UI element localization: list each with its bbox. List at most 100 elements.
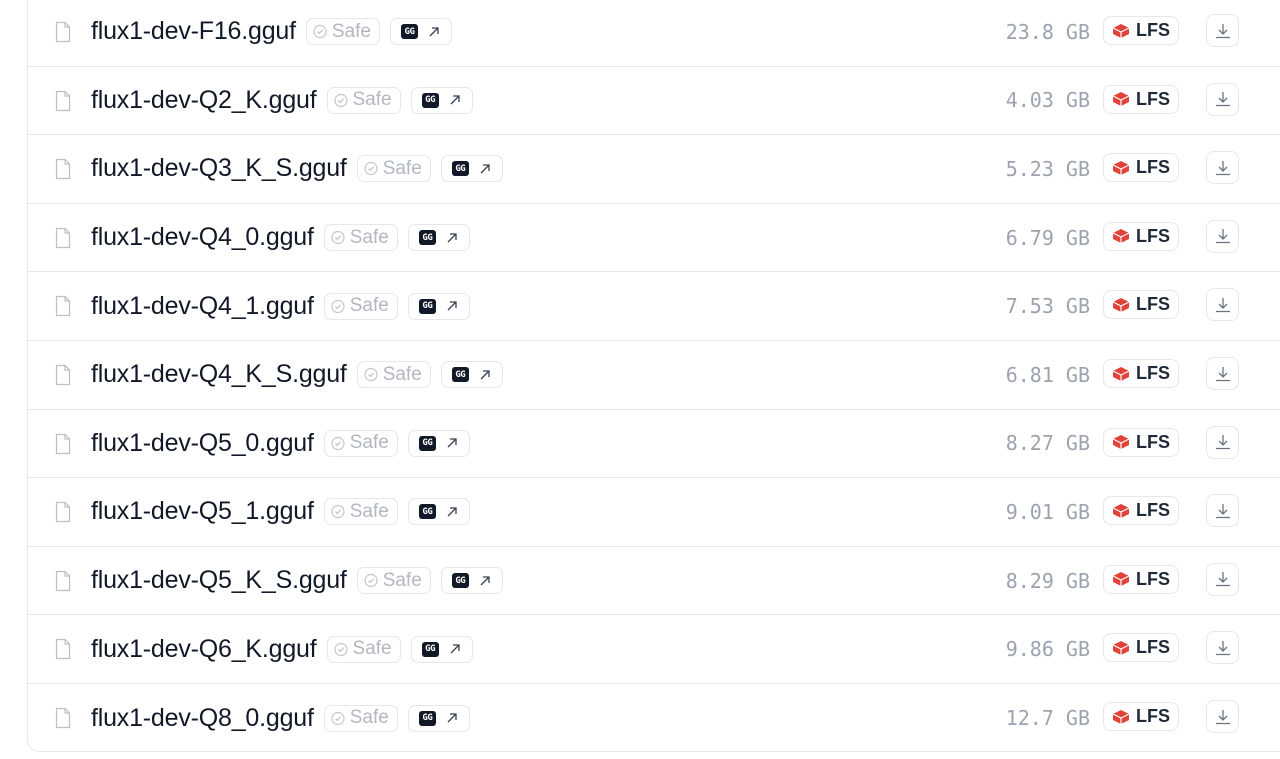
file-row: flux1-dev-Q5_1.gguf Safe GG 9.01 GB LFS bbox=[28, 478, 1280, 547]
gguf-logo-icon: GG bbox=[451, 161, 469, 177]
file-row: flux1-dev-Q8_0.gguf Safe GG 12.7 GB LFS bbox=[28, 684, 1280, 751]
gguf-logo-icon: GG bbox=[418, 435, 436, 451]
shield-check-icon bbox=[331, 505, 345, 519]
download-button[interactable] bbox=[1206, 631, 1239, 665]
download-button[interactable] bbox=[1206, 82, 1239, 116]
file-size: 6.81 GB bbox=[1005, 362, 1090, 387]
download-button[interactable] bbox=[1206, 288, 1239, 322]
lfs-icon bbox=[1112, 92, 1130, 107]
safe-badge[interactable]: Safe bbox=[326, 635, 401, 663]
lfs-badge[interactable]: LFS bbox=[1103, 564, 1179, 594]
file-name-link[interactable]: flux1-dev-Q4_0.gguf bbox=[91, 223, 314, 252]
file-name-link[interactable]: flux1-dev-Q5_K_S.gguf bbox=[91, 566, 347, 595]
file-name-link[interactable]: flux1-dev-F16.gguf bbox=[91, 17, 296, 46]
file-icon bbox=[55, 227, 71, 248]
shield-check-icon bbox=[333, 93, 348, 107]
download-button[interactable] bbox=[1206, 494, 1239, 528]
download-button[interactable] bbox=[1206, 14, 1239, 47]
safe-badge[interactable]: Safe bbox=[356, 155, 431, 183]
lfs-badge[interactable]: LFS bbox=[1103, 496, 1179, 526]
lfs-badge[interactable]: LFS bbox=[1103, 153, 1179, 183]
gguf-logo-icon: GG bbox=[421, 92, 439, 108]
arrow-up-right-icon bbox=[450, 644, 460, 654]
download-button[interactable] bbox=[1206, 562, 1239, 596]
lfs-badge[interactable]: LFS bbox=[1103, 290, 1179, 320]
file-icon bbox=[55, 90, 71, 111]
download-icon bbox=[1215, 297, 1230, 313]
gguf-viewer-button[interactable]: GG bbox=[440, 567, 503, 595]
gguf-viewer-button[interactable]: GG bbox=[407, 429, 470, 457]
lfs-badge[interactable]: LFS bbox=[1103, 702, 1179, 731]
file-name-link[interactable]: flux1-dev-Q2_K.gguf bbox=[91, 86, 317, 115]
arrow-up-right-icon bbox=[480, 575, 490, 586]
lfs-badge[interactable]: LFS bbox=[1103, 16, 1179, 45]
gguf-viewer-button[interactable]: GG bbox=[440, 361, 503, 389]
file-name-link[interactable]: flux1-dev-Q4_1.gguf bbox=[91, 292, 314, 321]
arrow-up-right-icon bbox=[447, 507, 457, 517]
safe-badge[interactable]: Safe bbox=[323, 704, 398, 732]
file-name-link[interactable]: flux1-dev-Q5_0.gguf bbox=[91, 429, 314, 458]
file-size: 4.03 GB bbox=[1005, 88, 1090, 113]
shield-check-icon bbox=[331, 299, 345, 313]
shield-check-icon bbox=[364, 162, 378, 176]
file-size: 9.86 GB bbox=[1005, 637, 1090, 662]
safe-label: Safe bbox=[352, 89, 392, 111]
download-icon bbox=[1215, 366, 1230, 381]
file-row: flux1-dev-Q4_0.gguf Safe GG 6.79 GB LFS bbox=[28, 204, 1280, 273]
lfs-label: LFS bbox=[1136, 363, 1170, 383]
lfs-badge[interactable]: LFS bbox=[1103, 633, 1179, 663]
gguf-logo-icon: GG bbox=[418, 230, 436, 246]
safe-label: Safe bbox=[349, 226, 389, 248]
safe-badge[interactable]: Safe bbox=[323, 292, 398, 320]
safe-badge[interactable]: Safe bbox=[323, 498, 398, 526]
gguf-viewer-button[interactable]: GG bbox=[407, 704, 470, 732]
lfs-icon bbox=[1112, 160, 1130, 175]
gguf-viewer-button[interactable]: GG bbox=[410, 86, 473, 114]
gguf-viewer-button[interactable]: GG bbox=[389, 18, 452, 46]
safe-badge[interactable]: Safe bbox=[323, 224, 398, 252]
gguf-viewer-button[interactable]: GG bbox=[407, 224, 470, 252]
arrow-up-right-icon bbox=[447, 438, 457, 448]
file-size: 12.7 GB bbox=[1005, 706, 1090, 731]
safe-label: Safe bbox=[382, 363, 422, 385]
arrow-up-right-icon bbox=[480, 370, 490, 380]
download-button[interactable] bbox=[1206, 219, 1239, 253]
file-size: 8.29 GB bbox=[1005, 568, 1090, 593]
gguf-logo-icon: GG bbox=[400, 24, 418, 40]
download-button[interactable] bbox=[1206, 357, 1239, 390]
download-button[interactable] bbox=[1206, 700, 1239, 733]
file-name-link[interactable]: flux1-dev-Q5_1.gguf bbox=[91, 497, 314, 526]
gguf-viewer-button[interactable]: GG bbox=[410, 635, 473, 663]
file-row: flux1-dev-Q3_K_S.gguf Safe GG 5.23 GB LF… bbox=[28, 135, 1280, 204]
lfs-badge[interactable]: LFS bbox=[1103, 84, 1179, 114]
file-icon bbox=[55, 433, 71, 454]
safe-badge[interactable]: Safe bbox=[323, 429, 398, 457]
shield-check-icon bbox=[331, 230, 345, 245]
safe-badge[interactable]: Safe bbox=[326, 86, 401, 114]
gguf-viewer-button[interactable]: GG bbox=[407, 498, 470, 526]
lfs-badge[interactable]: LFS bbox=[1103, 359, 1179, 388]
file-name-link[interactable]: flux1-dev-Q4_K_S.gguf bbox=[91, 360, 347, 389]
safe-badge[interactable]: Safe bbox=[356, 567, 431, 595]
gguf-viewer-button[interactable]: GG bbox=[407, 292, 470, 320]
file-row: flux1-dev-F16.gguf Safe GG 23.8 GB LFS bbox=[28, 0, 1280, 67]
download-button[interactable] bbox=[1206, 151, 1239, 185]
file-name-link[interactable]: flux1-dev-Q3_K_S.gguf bbox=[91, 154, 347, 183]
file-name-link[interactable]: flux1-dev-Q6_K.gguf bbox=[91, 635, 317, 664]
safe-label: Safe bbox=[352, 638, 392, 660]
lfs-badge[interactable]: LFS bbox=[1103, 221, 1179, 251]
lfs-badge[interactable]: LFS bbox=[1103, 427, 1179, 457]
file-row: flux1-dev-Q6_K.gguf Safe GG 9.86 GB LFS bbox=[28, 615, 1280, 684]
shield-check-icon bbox=[333, 642, 348, 656]
file-name-link[interactable]: flux1-dev-Q8_0.gguf bbox=[91, 704, 314, 733]
file-row: flux1-dev-Q4_K_S.gguf Safe GG 6.81 GB LF… bbox=[28, 341, 1280, 410]
safe-badge[interactable]: Safe bbox=[305, 18, 380, 46]
arrow-up-right-icon bbox=[480, 164, 490, 174]
lfs-label: LFS bbox=[1136, 88, 1170, 109]
safe-badge[interactable]: Safe bbox=[356, 361, 431, 389]
download-icon bbox=[1215, 160, 1230, 175]
lfs-label: LFS bbox=[1136, 568, 1170, 589]
lfs-icon bbox=[1112, 23, 1130, 38]
download-button[interactable] bbox=[1206, 425, 1239, 459]
gguf-viewer-button[interactable]: GG bbox=[440, 155, 503, 183]
